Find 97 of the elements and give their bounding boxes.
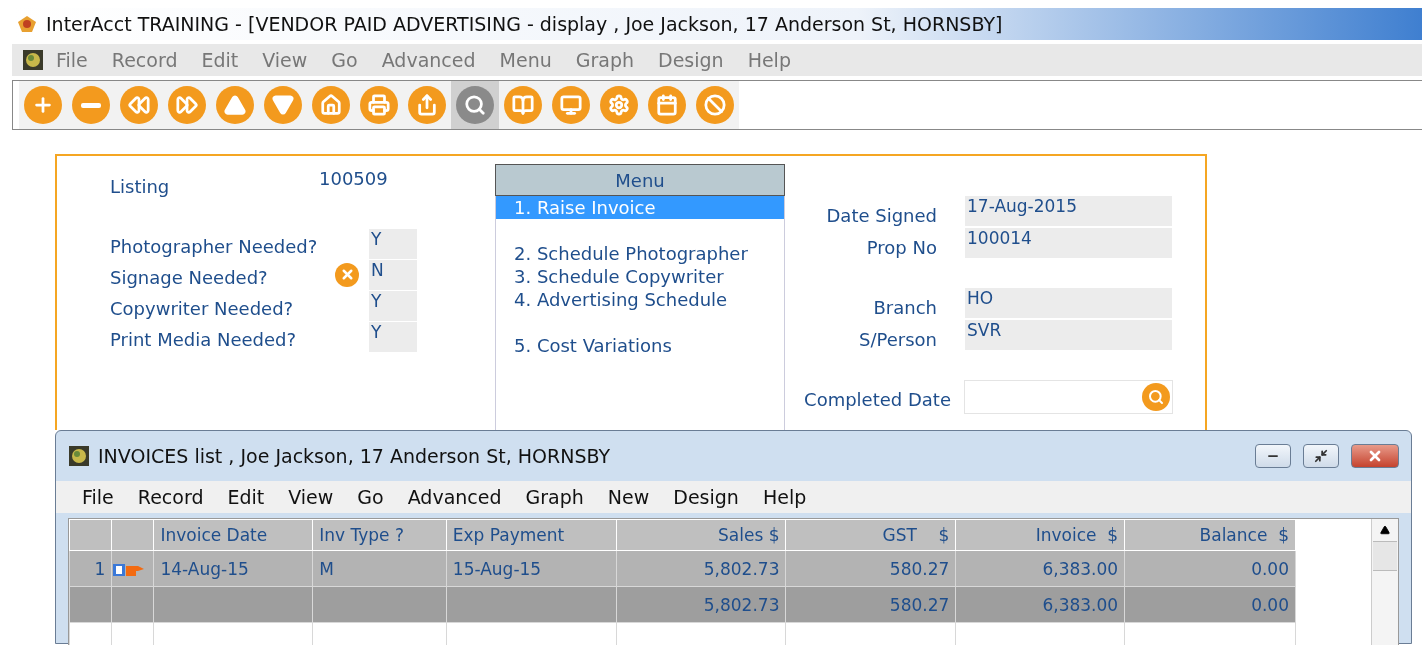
menu-item[interactable]: Design: [661, 486, 751, 508]
field-label: Signage Needed?: [110, 266, 269, 288]
monitor-icon: [560, 94, 582, 116]
flag-field[interactable]: Y: [369, 228, 417, 259]
field-label: S/Person: [858, 327, 937, 350]
prohibited-icon: [704, 94, 726, 116]
toolbar-button[interactable]: [451, 81, 499, 129]
table-cell: 6,383.00: [955, 550, 1125, 587]
field-label: Copywriter Needed?: [110, 297, 295, 319]
menu-list-item[interactable]: 2. Schedule Photographer: [496, 242, 784, 265]
menu-list-item[interactable]: 3. Schedule Copywriter: [496, 265, 784, 288]
app-icon: [16, 14, 38, 34]
restore-button[interactable]: [1303, 444, 1339, 468]
menu-item[interactable]: Advanced: [369, 49, 488, 71]
column-header[interactable]: Balance $: [1124, 519, 1296, 551]
menu-item[interactable]: Menu: [487, 49, 564, 71]
field-label: Completed Date: [803, 387, 951, 410]
date-field[interactable]: [964, 380, 1173, 414]
menu-item[interactable]: Design: [646, 49, 736, 71]
field-label: Photographer Needed?: [110, 235, 319, 257]
field-label: Listing: [110, 175, 171, 199]
row-number: 1: [69, 550, 112, 587]
table-cell: 5,802.73: [616, 550, 786, 587]
app-logo-icon: [68, 445, 90, 467]
value-field[interactable]: SVR: [965, 320, 1172, 350]
menu-item[interactable]: New: [595, 486, 662, 508]
home-icon: [320, 94, 342, 116]
menu-item[interactable]: Edit: [215, 486, 277, 508]
close-icon: [1367, 448, 1383, 464]
toolbar-button[interactable]: [403, 81, 451, 129]
window-title: InterAcct TRAINING - [VENDOR PAID ADVERTISING - display , Joe Jackson, 17 Anderson St, HORNSBY]: [46, 13, 1003, 35]
menu-item[interactable]: Help: [735, 49, 803, 71]
value-field[interactable]: 100014: [965, 228, 1172, 258]
close-button[interactable]: [1351, 444, 1399, 468]
search-icon[interactable]: [1142, 383, 1170, 411]
menu-item[interactable]: Go: [345, 486, 396, 508]
scrollbar[interactable]: [1371, 519, 1398, 645]
share-icon: [416, 94, 438, 116]
column-header[interactable]: Invoice Date: [153, 519, 313, 551]
listing-value: 100509: [318, 168, 389, 191]
toolbar-button[interactable]: [19, 81, 67, 129]
minimize-button[interactable]: [1255, 444, 1291, 468]
column-header[interactable]: Sales $: [616, 519, 786, 551]
settings-icon: [608, 94, 630, 116]
column-header[interactable]: Exp Payment: [446, 519, 617, 551]
menu-item[interactable]: View: [250, 49, 320, 71]
menu-list-item[interactable]: 4. Advertising Schedule: [496, 288, 784, 311]
table-cell: 0.00: [1124, 550, 1296, 587]
table-cell: M: [312, 550, 447, 587]
window-title: INVOICES list , Joe Jackson, 17 Anderson St, HORNSBY: [98, 445, 612, 467]
value-field[interactable]: HO: [965, 288, 1172, 318]
restore-icon: [1314, 449, 1328, 463]
book-icon: [512, 94, 534, 116]
value-field[interactable]: 17-Aug-2015: [965, 196, 1172, 226]
scrollbar-thumb[interactable]: [1373, 542, 1397, 571]
up-triangle-icon: [224, 94, 246, 116]
calendar-icon: [656, 94, 678, 116]
fast-forward-icon: [176, 94, 198, 116]
menu-item[interactable]: File: [70, 486, 126, 508]
column-header[interactable]: GST $: [785, 519, 956, 551]
down-triangle-icon: [272, 94, 294, 116]
menu-item[interactable]: Record: [125, 486, 216, 508]
plus-icon: [32, 94, 54, 116]
column-header[interactable]: Inv Type ?: [312, 519, 447, 551]
menu-item[interactable]: Go: [319, 49, 370, 71]
table-cell: 0.00: [1124, 586, 1296, 623]
toolbar-button[interactable]: [691, 81, 739, 129]
menu-item[interactable]: Edit: [189, 49, 251, 71]
flag-field[interactable]: Y: [369, 290, 417, 321]
table-cell: 580.27: [785, 586, 956, 623]
table-cell: 580.27: [785, 550, 956, 587]
toolbar-button[interactable]: [499, 81, 547, 129]
menu-item[interactable]: Advanced: [395, 486, 514, 508]
field-label: Date Signed: [825, 203, 937, 226]
menu-item[interactable]: File: [44, 49, 100, 71]
flag-field[interactable]: Y: [369, 321, 417, 352]
menu-item[interactable]: Record: [99, 49, 190, 71]
menu-item[interactable]: Graph: [563, 49, 646, 71]
flag-field[interactable]: N: [369, 259, 417, 290]
menu-item[interactable]: Help: [750, 486, 819, 508]
table-cell: 14-Aug-15: [153, 550, 313, 587]
app-logo-icon: [22, 49, 44, 71]
search-icon: [464, 94, 486, 116]
field-label: Branch: [872, 295, 937, 318]
column-header[interactable]: Invoice $: [955, 519, 1125, 551]
table-cell: 5,802.73: [616, 586, 786, 623]
field-label: Prop No: [865, 235, 937, 258]
table-cell: 15-Aug-15: [446, 550, 617, 587]
menu-list-item[interactable]: 5. Cost Variations: [496, 334, 784, 357]
rewind-icon: [128, 94, 150, 116]
printer-icon: [368, 94, 390, 116]
table-cell: 6,383.00: [955, 586, 1125, 623]
menu-item[interactable]: View: [276, 486, 346, 508]
menu-item[interactable]: Graph: [513, 486, 596, 508]
menu-header: Menu: [495, 164, 785, 196]
minus-icon: [81, 102, 101, 108]
field-label: Print Media Needed?: [110, 328, 297, 350]
